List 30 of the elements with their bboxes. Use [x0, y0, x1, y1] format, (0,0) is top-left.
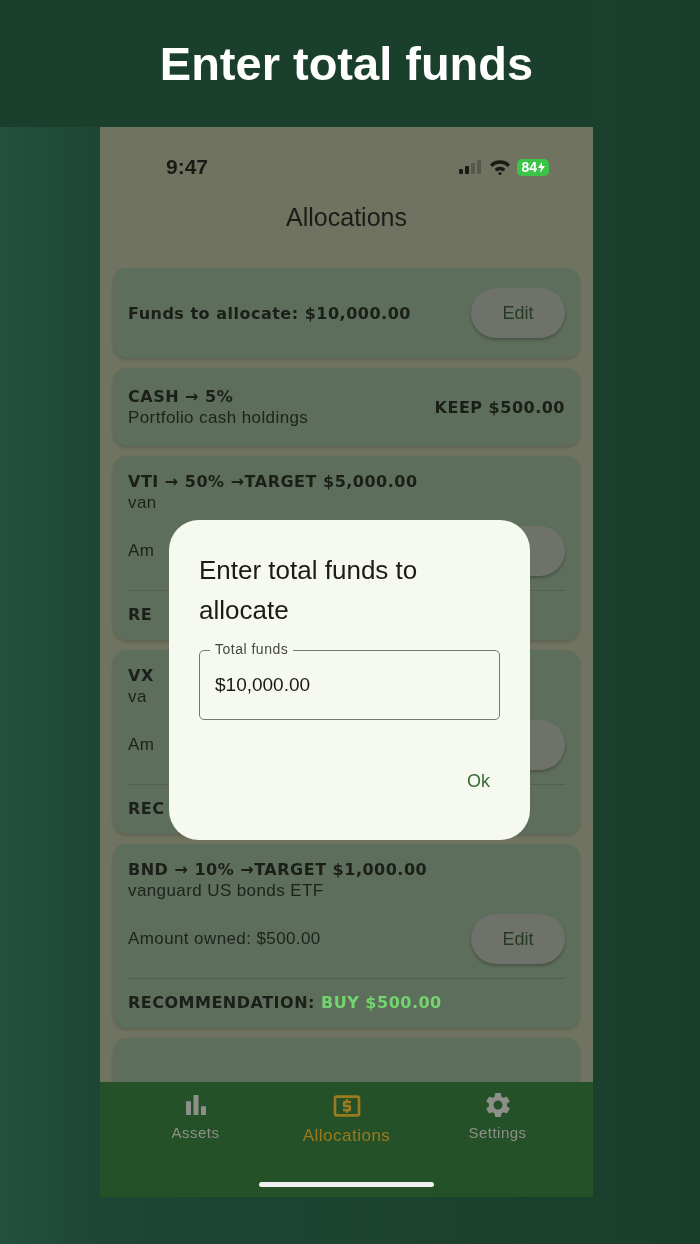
asset-title: CASH → 5% [128, 386, 235, 406]
asset-title: VTI → 50% →TARGET $5,000.00 [128, 471, 418, 491]
recommendation: REC [128, 798, 165, 818]
nav-tab[interactable]: Settings [442, 1090, 553, 1146]
asset-title: BND → 10% →TARGET $1,000.00 [128, 859, 428, 879]
status-time: 9:47 [166, 155, 209, 179]
asset-description: vanguard US bonds ETF [128, 881, 324, 901]
nav-tab[interactable]: Assets [140, 1090, 251, 1146]
asset-title: VX [128, 665, 154, 685]
asset-description: va [128, 687, 147, 707]
amount-owned: Amount owned: $500.00 [128, 929, 321, 949]
asset-description: van [128, 493, 157, 513]
dialog-title: Enter total funds to allocate [199, 554, 419, 627]
signal-icon [459, 160, 484, 174]
field-label: Total funds [210, 641, 294, 657]
edit-button[interactable]: Edit [471, 288, 565, 338]
ok-button[interactable]: Ok [457, 763, 500, 800]
funds-label: Funds to allocate: $10,000.00 [128, 303, 411, 323]
battery-indicator: 84 [517, 158, 549, 176]
nav-tab[interactable]: Allocations [291, 1090, 402, 1146]
headline: Enter total funds [159, 36, 534, 91]
recommendation: RECOMMENDATION: BUY $500.00 [128, 992, 442, 1012]
recommendation: RE [128, 604, 153, 624]
asset-description: Portfolio cash holdings [128, 407, 309, 428]
amount-owned: Am [128, 735, 155, 755]
screen-title: Allocations [285, 201, 408, 233]
amount-owned: Am [128, 541, 155, 561]
keep-amount: KEEP $500.00 [434, 397, 565, 417]
edit-button[interactable]: Edit [471, 914, 565, 964]
wifi-icon [489, 159, 512, 175]
